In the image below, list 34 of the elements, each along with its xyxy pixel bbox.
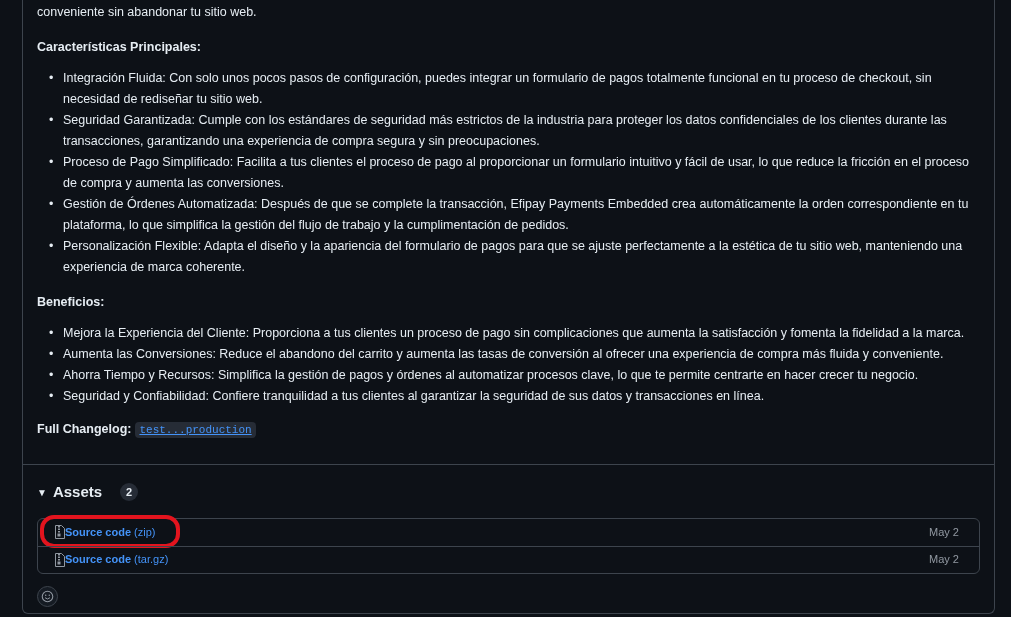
section-heading: Características Principales: xyxy=(37,39,202,56)
bullet: • xyxy=(49,325,55,342)
list-item: Mejora la Experiencia del Cliente: Proporciona a tus clientes un proceso de pago sin complicaciones que aumenta la satisfacción y fomenta la fidelidad a la marca. xyxy=(63,325,965,342)
emoji-reaction-button[interactable] xyxy=(37,585,58,607)
assets-heading: Assets xyxy=(52,482,103,502)
bullet: • xyxy=(49,112,55,129)
file-zip-icon xyxy=(54,525,65,539)
bullet: • xyxy=(49,346,55,363)
bullet: • xyxy=(49,70,55,87)
compare-link[interactable]: test...production xyxy=(135,421,256,438)
file-zip-icon xyxy=(54,552,65,567)
bullet: • xyxy=(49,388,55,405)
section-heading: Beneficios: xyxy=(37,294,106,311)
bullet: • xyxy=(49,367,55,384)
list-item: Aumenta las Conversiones: Reduce el abandono del carrito y aumenta las tasas de conversión al ofrecer una experiencia de compra más fluida y conveniente. xyxy=(63,346,944,363)
list-item: Ahorra Tiempo y Recursos: Simplifica la gestión de pagos y órdenes al automatizar procesos clave, lo que te permite centrarte en hacer crecer tu negocio. xyxy=(63,367,919,384)
paragraph: conveniente sin abandonar tu sitio web. xyxy=(37,4,258,21)
list-item: Gestión de Órdenes Automatizada: Después de que se complete la transacción, Efipay Payments Embedded crea automáticamente la orden correspondiente en tu plataforma, lo que simplifica la gestión del flujo de trabajo y la cumplimentación de pedidos. xyxy=(63,195,970,234)
disclosure-toggle[interactable]: ▼ xyxy=(37,484,47,500)
asset-link[interactable]: Source code (zip) xyxy=(54,523,156,541)
list-item: Seguridad y Confiabilidad: Confiere tranquilidad a tus clientes al garantizar la seguridad de sus datos y transacciones en línea. xyxy=(63,388,765,405)
asset-link[interactable]: Source code (tar.gz) xyxy=(54,551,169,568)
bullet: • xyxy=(49,238,55,255)
count-badge: 2 xyxy=(120,483,139,502)
bullet: • xyxy=(49,154,55,171)
asset-date: May 2 xyxy=(929,524,959,540)
smiley-icon xyxy=(41,589,54,603)
changelog-label: Full Changelog: xyxy=(37,421,132,438)
list-item: Seguridad Garantizada: Cumple con los estándares de seguridad más estrictos de la industria para proteger los datos confidenciales de los clientes durante las transacciones, garantizando una experiencia de compra segura y sin preocupaciones. xyxy=(63,112,948,150)
list-item: Proceso de Pago Simplificado: Facilita a tus clientes el proceso de pago al proporcionar un formulario intuitivo y fácil de usar, lo que reduce la fricción en el proceso de compra y aumenta las conversiones. xyxy=(63,154,971,192)
asset-date: May 2 xyxy=(929,552,959,568)
list-item: Personalización Flexible: Adapta el diseño y la apariencia del formulario de pagos para que se ajuste perfectamente a la estética de tu sitio web, manteniendo una experiencia de marca coherente. xyxy=(63,238,964,276)
bullet: • xyxy=(49,196,55,213)
list-item: Integración Fluida: Con solo unos pocos pasos de configuración, puedes integrar un formulario de pagos totalmente funcional en tu proceso de checkout, sin necesidad de rediseñar tu sitio web. xyxy=(63,70,933,108)
